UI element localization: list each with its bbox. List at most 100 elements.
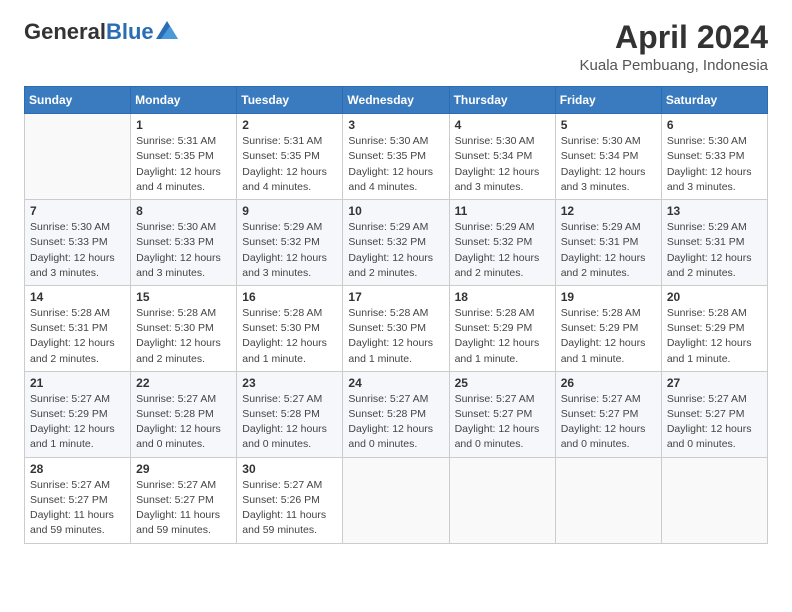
day-number: 13 bbox=[667, 204, 762, 218]
day-number: 18 bbox=[455, 290, 550, 304]
day-info: Sunrise: 5:28 AMSunset: 5:29 PMDaylight:… bbox=[667, 306, 762, 367]
day-number: 8 bbox=[136, 204, 231, 218]
day-info: Sunrise: 5:29 AMSunset: 5:32 PMDaylight:… bbox=[242, 220, 337, 281]
calendar-cell: 14Sunrise: 5:28 AMSunset: 5:31 PMDayligh… bbox=[25, 285, 131, 371]
day-number: 19 bbox=[561, 290, 656, 304]
calendar-cell: 27 Sunrise: 5:27 AMSunset: 5:27 PMDayligh… bbox=[661, 371, 767, 457]
calendar-cell bbox=[555, 457, 661, 543]
day-info: Sunrise: 5:29 AMSunset: 5:32 PMDaylight:… bbox=[455, 220, 550, 281]
calendar-cell: 2 Sunrise: 5:31 AMSunset: 5:35 PMDaylight… bbox=[237, 114, 343, 200]
day-info: Sunrise: 5:28 AMSunset: 5:30 PMDaylight:… bbox=[348, 306, 443, 367]
day-number: 2 bbox=[242, 118, 337, 132]
calendar-cell: 28Sunrise: 5:27 AMSunset: 5:27 PMDayligh… bbox=[25, 457, 131, 543]
day-info: Sunrise: 5:30 AMSunset: 5:33 PMDaylight:… bbox=[30, 220, 125, 281]
calendar-cell bbox=[661, 457, 767, 543]
day-info: Sunrise: 5:27 AMSunset: 5:27 PMDaylight:… bbox=[667, 392, 762, 453]
day-info: Sunrise: 5:30 AMSunset: 5:35 PMDaylight:… bbox=[348, 134, 443, 195]
logo: GeneralBlue bbox=[24, 20, 178, 44]
calendar-cell: 25Sunrise: 5:27 AMSunset: 5:27 PMDayligh… bbox=[449, 371, 555, 457]
day-number: 3 bbox=[348, 118, 443, 132]
day-info: Sunrise: 5:29 AMSunset: 5:32 PMDaylight:… bbox=[348, 220, 443, 281]
calendar-cell: 23 Sunrise: 5:27 AMSunset: 5:28 PMDayligh… bbox=[237, 371, 343, 457]
weekday-header-thursday: Thursday bbox=[449, 87, 555, 114]
calendar-week-4: 21Sunrise: 5:27 AMSunset: 5:29 PMDayligh… bbox=[25, 371, 768, 457]
day-info: Sunrise: 5:29 AMSunset: 5:31 PMDaylight:… bbox=[667, 220, 762, 281]
calendar-week-3: 14Sunrise: 5:28 AMSunset: 5:31 PMDayligh… bbox=[25, 285, 768, 371]
calendar-cell: 30Sunrise: 5:27 AMSunset: 5:26 PMDayligh… bbox=[237, 457, 343, 543]
calendar-cell: 21Sunrise: 5:27 AMSunset: 5:29 PMDayligh… bbox=[25, 371, 131, 457]
day-info: Sunrise: 5:27 AMSunset: 5:28 PMDaylight:… bbox=[242, 392, 337, 453]
day-number: 10 bbox=[348, 204, 443, 218]
day-number: 17 bbox=[348, 290, 443, 304]
calendar-cell: 6 Sunrise: 5:30 AMSunset: 5:33 PMDaylight… bbox=[661, 114, 767, 200]
calendar-week-2: 7 Sunrise: 5:30 AMSunset: 5:33 PMDaylight… bbox=[25, 200, 768, 286]
day-number: 29 bbox=[136, 462, 231, 476]
day-info: Sunrise: 5:27 AMSunset: 5:27 PMDaylight:… bbox=[561, 392, 656, 453]
day-number: 9 bbox=[242, 204, 337, 218]
day-info: Sunrise: 5:31 AMSunset: 5:35 PMDaylight:… bbox=[242, 134, 337, 195]
day-number: 16 bbox=[242, 290, 337, 304]
calendar-week-5: 28 Sunrise: 5:27 AMSunset: 5:27 PMDayligh… bbox=[25, 457, 768, 543]
day-number: 23 bbox=[242, 376, 337, 390]
day-info: Sunrise: 5:30 AMSunset: 5:33 PMDaylight:… bbox=[136, 220, 231, 281]
logo-general-text: GeneralBlue bbox=[24, 20, 154, 44]
weekday-header-tuesday: Tuesday bbox=[237, 87, 343, 114]
day-info: Sunrise: 5:27 AMSunset: 5:28 PMDaylight:… bbox=[348, 392, 443, 453]
day-info: Sunrise: 5:28 AMSunset: 5:30 PMDaylight:… bbox=[242, 306, 337, 367]
day-number: 24 bbox=[348, 376, 443, 390]
day-info: Sunrise: 5:30 AMSunset: 5:33 PMDaylight:… bbox=[667, 134, 762, 195]
calendar-cell: 7 Sunrise: 5:30 AMSunset: 5:33 PMDaylight… bbox=[25, 200, 131, 286]
location-title: Kuala Pembuang, Indonesia bbox=[580, 57, 768, 74]
calendar-cell: 10 Sunrise: 5:29 AMSunset: 5:32 PMDayligh… bbox=[343, 200, 449, 286]
calendar-cell: 18 Sunrise: 5:28 AMSunset: 5:29 PMDayligh… bbox=[449, 285, 555, 371]
day-number: 20 bbox=[667, 290, 762, 304]
calendar-cell: 22 Sunrise: 5:27 AMSunset: 5:28 PMDayligh… bbox=[131, 371, 237, 457]
weekday-header-saturday: Saturday bbox=[661, 87, 767, 114]
calendar-cell: 15 Sunrise: 5:28 AMSunset: 5:30 PMDayligh… bbox=[131, 285, 237, 371]
calendar-cell: 13 Sunrise: 5:29 AMSunset: 5:31 PMDayligh… bbox=[661, 200, 767, 286]
day-info: Sunrise: 5:27 AMSunset: 5:27 PMDaylight:… bbox=[136, 478, 231, 539]
weekday-header-wednesday: Wednesday bbox=[343, 87, 449, 114]
day-number: 26 bbox=[561, 376, 656, 390]
calendar-cell: 3 Sunrise: 5:30 AMSunset: 5:35 PMDaylight… bbox=[343, 114, 449, 200]
day-info: Sunrise: 5:28 AMSunset: 5:30 PMDaylight:… bbox=[136, 306, 231, 367]
calendar-cell: 8 Sunrise: 5:30 AMSunset: 5:33 PMDaylight… bbox=[131, 200, 237, 286]
calendar-week-1: 1 Sunrise: 5:31 AMSunset: 5:35 PMDaylight… bbox=[25, 114, 768, 200]
calendar-cell: 17 Sunrise: 5:28 AMSunset: 5:30 PMDayligh… bbox=[343, 285, 449, 371]
logo-general: General bbox=[24, 19, 106, 44]
day-number: 6 bbox=[667, 118, 762, 132]
day-number: 5 bbox=[561, 118, 656, 132]
calendar-cell: 12Sunrise: 5:29 AMSunset: 5:31 PMDayligh… bbox=[555, 200, 661, 286]
calendar-cell: 1 Sunrise: 5:31 AMSunset: 5:35 PMDaylight… bbox=[131, 114, 237, 200]
day-number: 4 bbox=[455, 118, 550, 132]
logo-icon bbox=[156, 21, 178, 39]
calendar-table: SundayMondayTuesdayWednesdayThursdayFrid… bbox=[24, 86, 768, 543]
day-info: Sunrise: 5:30 AMSunset: 5:34 PMDaylight:… bbox=[455, 134, 550, 195]
month-title: April 2024 bbox=[580, 20, 768, 55]
day-info: Sunrise: 5:31 AMSunset: 5:35 PMDaylight:… bbox=[136, 134, 231, 195]
day-info: Sunrise: 5:27 AMSunset: 5:28 PMDaylight:… bbox=[136, 392, 231, 453]
day-number: 7 bbox=[30, 204, 125, 218]
calendar-cell: 5Sunrise: 5:30 AMSunset: 5:34 PMDaylight… bbox=[555, 114, 661, 200]
calendar-cell: 19Sunrise: 5:28 AMSunset: 5:29 PMDayligh… bbox=[555, 285, 661, 371]
day-number: 21 bbox=[30, 376, 125, 390]
weekday-header-row: SundayMondayTuesdayWednesdayThursdayFrid… bbox=[25, 87, 768, 114]
day-info: Sunrise: 5:28 AMSunset: 5:31 PMDaylight:… bbox=[30, 306, 125, 367]
day-number: 28 bbox=[30, 462, 125, 476]
title-area: April 2024 Kuala Pembuang, Indonesia bbox=[580, 20, 768, 74]
day-info: Sunrise: 5:29 AMSunset: 5:31 PMDaylight:… bbox=[561, 220, 656, 281]
page-header: GeneralBlue April 2024 Kuala Pembuang, I… bbox=[24, 20, 768, 74]
day-info: Sunrise: 5:28 AMSunset: 5:29 PMDaylight:… bbox=[455, 306, 550, 367]
calendar-cell: 24 Sunrise: 5:27 AMSunset: 5:28 PMDayligh… bbox=[343, 371, 449, 457]
logo-blue: Blue bbox=[106, 19, 154, 44]
calendar-cell bbox=[449, 457, 555, 543]
day-number: 25 bbox=[455, 376, 550, 390]
day-number: 1 bbox=[136, 118, 231, 132]
calendar-cell: 16 Sunrise: 5:28 AMSunset: 5:30 PMDayligh… bbox=[237, 285, 343, 371]
weekday-header-friday: Friday bbox=[555, 87, 661, 114]
calendar-cell: 11Sunrise: 5:29 AMSunset: 5:32 PMDayligh… bbox=[449, 200, 555, 286]
day-number: 27 bbox=[667, 376, 762, 390]
day-number: 15 bbox=[136, 290, 231, 304]
day-number: 22 bbox=[136, 376, 231, 390]
weekday-header-monday: Monday bbox=[131, 87, 237, 114]
